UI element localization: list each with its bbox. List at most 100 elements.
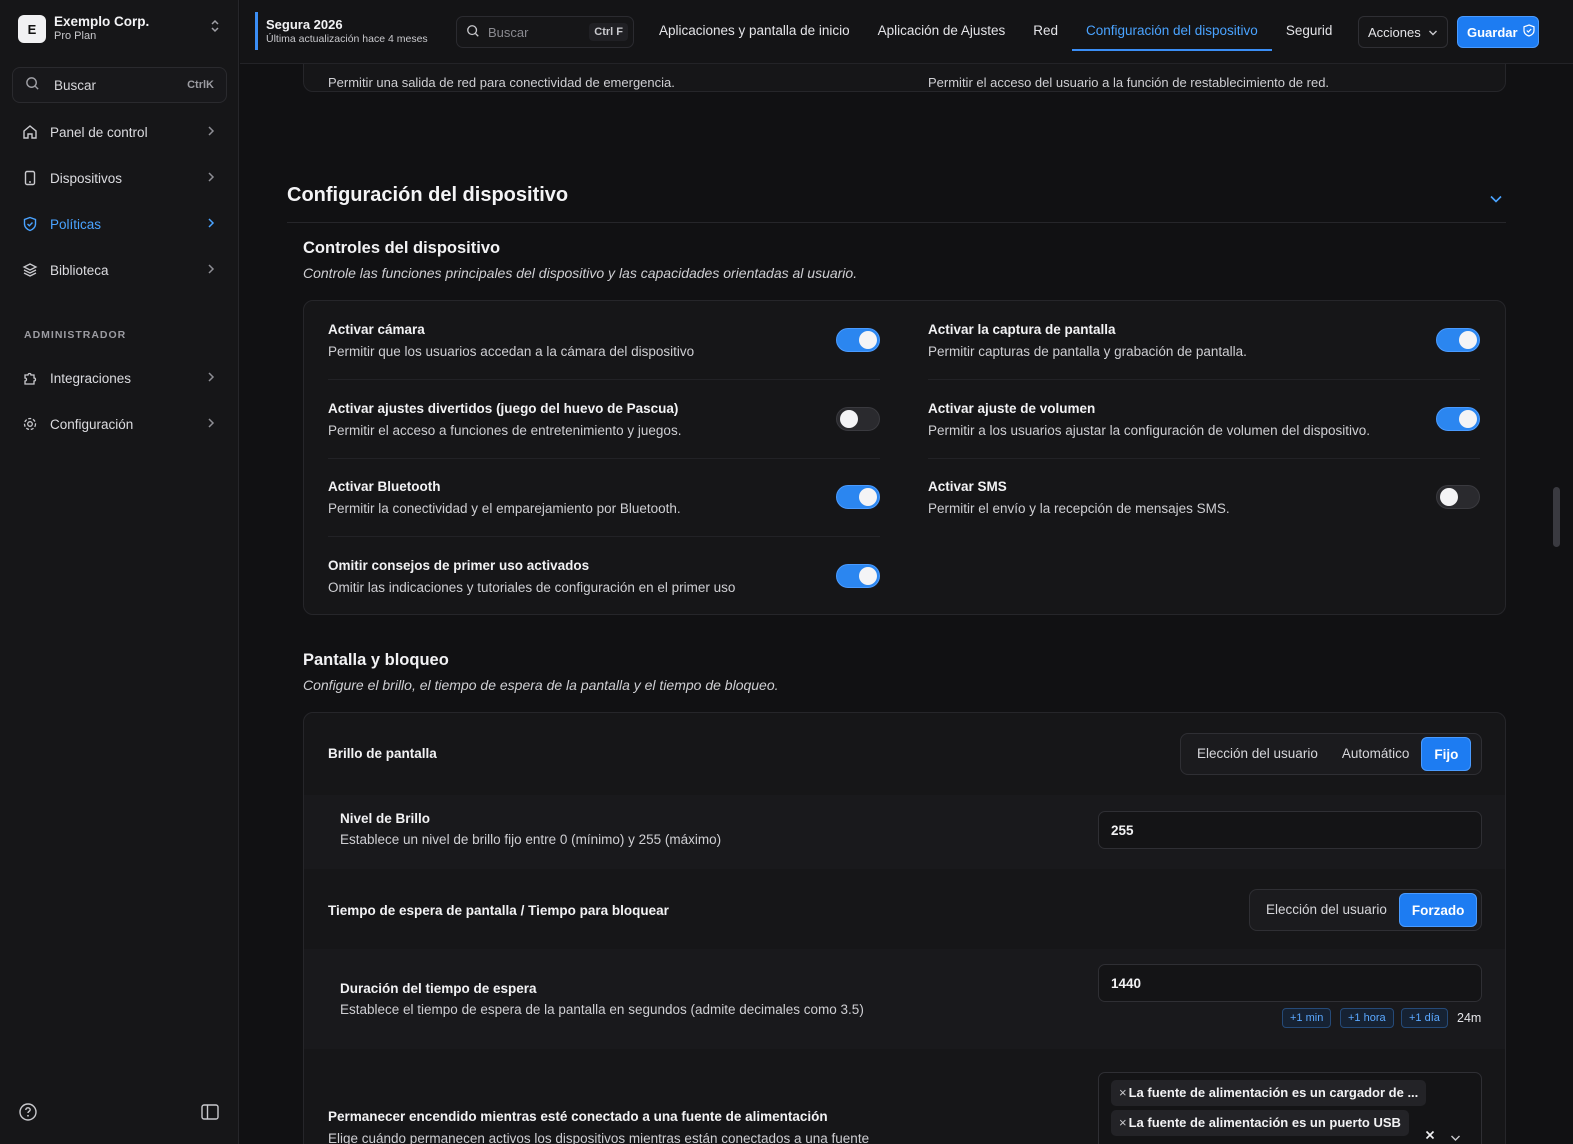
- home-icon: [22, 124, 38, 140]
- screenshot-toggle[interactable]: [1436, 328, 1480, 352]
- org-switcher[interactable]: E Exemplo Corp. Pro Plan: [14, 10, 226, 48]
- sidebar-toggle-icon[interactable]: [201, 1104, 219, 1123]
- row-divider: [328, 536, 880, 537]
- row-divider: [328, 379, 880, 380]
- volume-toggle[interactable]: [1436, 407, 1480, 431]
- duration-readable: 24m: [1457, 1011, 1482, 1025]
- tab-network[interactable]: Red: [1019, 0, 1072, 64]
- brightness-level-title: Nivel de Brillo: [340, 811, 431, 826]
- stay-on-desc: Elige cuándo permanecen activos los disp…: [328, 1131, 870, 1144]
- row-divider: [328, 458, 880, 459]
- policy-name: Segura 2026: [266, 17, 343, 32]
- control-screenshot: Activar la captura de pantalla Permitir …: [928, 322, 1480, 382]
- add-1-hour-chip[interactable]: +1 hora: [1340, 1008, 1394, 1028]
- stay-on-title: Permanecer encendido mientras esté conec…: [328, 1109, 828, 1124]
- previous-left-desc: Permitir una salida de red para conectiv…: [328, 75, 675, 90]
- chevron-up-down-icon: [210, 19, 220, 36]
- tag-label: La fuente de alimentación es un puerto U…: [1128, 1115, 1401, 1130]
- easter-egg-toggle[interactable]: [836, 407, 880, 431]
- control-title: Activar cámara: [328, 322, 425, 337]
- actions-button[interactable]: Acciones: [1358, 16, 1448, 48]
- chevron-right-icon: [207, 216, 215, 232]
- chevron-down-icon[interactable]: [1489, 191, 1503, 207]
- timeout-duration-input[interactable]: [1098, 964, 1482, 1002]
- scrollbar[interactable]: [1553, 487, 1560, 547]
- save-button[interactable]: Guardar: [1457, 16, 1539, 48]
- brightness-level-desc: Establece un nivel de brillo fijo entre …: [340, 832, 722, 847]
- row-divider: [928, 458, 1480, 459]
- sidebar-search-shortcut: CtrlK: [187, 79, 214, 91]
- chevron-down-icon[interactable]: [1450, 1129, 1461, 1144]
- control-desc: Permitir el acceso a funciones de entret…: [328, 423, 682, 438]
- display-title: Pantalla y bloqueo: [303, 651, 449, 669]
- clear-icon[interactable]: [1425, 1127, 1435, 1143]
- timeout-duration-row: Duración del tiempo de espera Establece …: [304, 949, 1505, 1049]
- tag-label: La fuente de alimentación es un cargador…: [1128, 1085, 1419, 1100]
- control-desc: Permitir la conectividad y el emparejami…: [328, 501, 681, 516]
- stay-on-row: Permanecer encendido mientras esté conec…: [304, 1049, 1505, 1144]
- sidebar-item-settings[interactable]: Configuración: [12, 406, 227, 442]
- add-1-min-chip[interactable]: +1 min: [1282, 1008, 1332, 1028]
- puzzle-icon: [22, 370, 38, 386]
- policy-tabs: Aplicaciones y pantalla de inicio Aplica…: [645, 0, 1345, 64]
- tab-settings-app[interactable]: Aplicación de Ajustes: [864, 0, 1020, 64]
- topbar-search[interactable]: Buscar Ctrl F: [456, 16, 634, 48]
- org-name: Exemplo Corp.: [54, 14, 150, 29]
- remove-tag-icon[interactable]: ×: [1119, 1085, 1127, 1100]
- sidebar-item-dashboard[interactable]: Panel de control: [12, 114, 227, 150]
- tab-security[interactable]: Segurid: [1272, 0, 1345, 64]
- tab-device-configuration[interactable]: Configuración del dispositivo: [1071, 0, 1272, 51]
- brightness-label: Brillo de pantalla: [328, 746, 437, 761]
- skip-first-use-toggle[interactable]: [836, 564, 880, 588]
- previous-right-desc: Permitir el acceso del usuario a la func…: [928, 75, 1330, 90]
- admin-nav: Integraciones Configuración: [12, 360, 227, 452]
- topbar-search-placeholder: Buscar: [488, 24, 529, 40]
- controls-desc: Controle las funciones principales del d…: [303, 265, 858, 281]
- search-icon: [466, 24, 480, 41]
- device-icon: [22, 170, 38, 186]
- remove-tag-icon[interactable]: ×: [1119, 1115, 1127, 1130]
- brightness-option-fixed[interactable]: Fijo: [1421, 737, 1472, 771]
- brightness-level-input[interactable]: [1098, 811, 1482, 849]
- control-desc: Permitir el envío y la recepción de mens…: [928, 501, 1230, 516]
- timeout-duration-title: Duración del tiempo de espera: [340, 981, 537, 996]
- camera-toggle[interactable]: [836, 328, 880, 352]
- control-title: Activar ajustes divertidos (juego del hu…: [328, 401, 679, 416]
- policy-updated: Última actualización hace 4 meses: [266, 33, 428, 45]
- chevron-right-icon: [207, 262, 215, 278]
- chevron-right-icon: [207, 370, 215, 386]
- shield-icon: [22, 216, 38, 232]
- chevron-right-icon: [207, 170, 215, 186]
- brightness-option-user[interactable]: Elección del usuario: [1185, 737, 1330, 771]
- chevron-right-icon: [207, 416, 215, 432]
- controls-title: Controles del dispositivo: [303, 239, 501, 257]
- control-desc: Permitir que los usuarios accedan a la c…: [328, 344, 695, 359]
- control-title: Activar SMS: [928, 479, 1007, 494]
- sidebar-item-label: Dispositivos: [50, 170, 123, 186]
- help-icon[interactable]: [19, 1103, 37, 1124]
- section-divider: [287, 222, 1506, 223]
- sidebar-item-policies[interactable]: Políticas: [12, 206, 227, 242]
- main-content: Permitir una salida de red para conectiv…: [240, 64, 1573, 1144]
- sidebar: E Exemplo Corp. Pro Plan Buscar CtrlK Pa…: [0, 0, 239, 1144]
- control-skip-first-use: Omitir consejos de primer uso activados …: [328, 558, 880, 618]
- brightness-option-auto[interactable]: Automático: [1330, 737, 1422, 771]
- chevron-right-icon: [207, 124, 215, 140]
- section-title: Configuración del dispositivo: [287, 184, 569, 206]
- tab-apps-home[interactable]: Aplicaciones y pantalla de inicio: [645, 0, 864, 64]
- bluetooth-toggle[interactable]: [836, 485, 880, 509]
- layers-icon: [22, 262, 38, 278]
- gear-icon: [22, 416, 38, 432]
- timeout-option-forced[interactable]: Forzado: [1398, 893, 1478, 927]
- add-1-day-chip[interactable]: +1 día: [1401, 1008, 1448, 1028]
- power-source-multiselect[interactable]: × La fuente de alimentación es un cargado…: [1098, 1072, 1482, 1144]
- control-title: Activar la captura de pantalla: [928, 322, 1116, 337]
- timeout-option-user[interactable]: Elección del usuario: [1254, 893, 1399, 927]
- control-sms: Activar SMS Permitir el envío y la recep…: [928, 479, 1480, 539]
- sidebar-search[interactable]: Buscar CtrlK: [12, 67, 227, 103]
- sms-toggle[interactable]: [1436, 485, 1480, 509]
- control-camera: Activar cámara Permitir que los usuarios…: [328, 322, 880, 382]
- sidebar-item-devices[interactable]: Dispositivos: [12, 160, 227, 196]
- sidebar-item-library[interactable]: Biblioteca: [12, 252, 227, 288]
- sidebar-item-integrations[interactable]: Integraciones: [12, 360, 227, 396]
